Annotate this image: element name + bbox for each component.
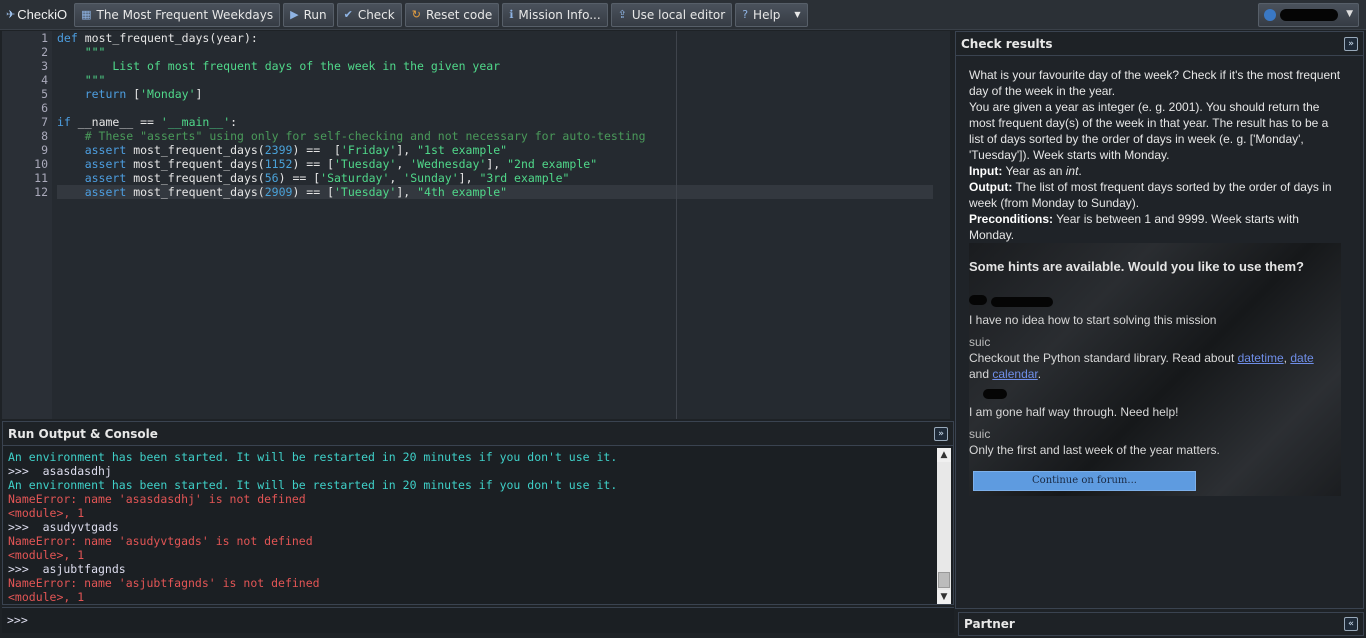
line-number: 2 <box>41 45 48 59</box>
console-line: <module>, 1 <box>8 506 85 520</box>
checkio-logo[interactable]: ✈ CheckiO <box>2 3 71 27</box>
continue-forum-button[interactable]: Continue on forum... <box>973 471 1196 491</box>
redacted-username <box>991 297 1053 307</box>
console-line: NameError: name 'asasdasdhj' is not defi… <box>8 492 306 506</box>
scroll-up-icon[interactable]: ▲ <box>937 448 951 462</box>
console-line: >>> asasdasdhj <box>8 464 112 478</box>
console-line: >>> asjubtfagnds <box>8 562 126 576</box>
hints-title: Some hints are available. Would you like… <box>969 259 1304 274</box>
hint-answer-cont: and calendar. <box>969 367 1042 381</box>
hint-question[interactable]: I am gone half way through. Need help! <box>969 405 1178 419</box>
check-results-panel: Check results » What is your favourite d… <box>955 31 1364 609</box>
user-menu[interactable]: ▼ <box>1258 3 1359 27</box>
console-output: An environment has been started. It will… <box>8 450 928 604</box>
check-results-header: Check results » <box>956 32 1363 56</box>
redacted-username <box>983 389 1007 399</box>
upload-icon: ⇪ <box>617 8 627 21</box>
line-number: 4 <box>41 73 48 87</box>
code-line: assert most_frequent_days(56) == ['Satur… <box>84 171 570 185</box>
code-line: if __name__ == '__main__': <box>57 115 238 129</box>
mission-tab[interactable]: ▦ The Most Frequent Weekdays <box>74 2 281 27</box>
checkmark-icon: ✔ <box>343 8 353 21</box>
line-number: 11 <box>34 171 48 185</box>
line-number: 9 <box>41 143 48 157</box>
code-line: return ['Monday'] <box>84 87 203 101</box>
play-icon: ▶ <box>290 8 299 21</box>
console-scrollbar[interactable]: ▲ ▼ <box>937 448 951 604</box>
code-editor[interactable]: 1 2 3 4 5 6 7 8 9 10 11 12 def most_frequent_days(y… <box>2 31 950 419</box>
collapse-right-icon[interactable]: » <box>1344 37 1358 51</box>
chevron-down-icon: ▼ <box>794 10 801 19</box>
grid-icon: ▦ <box>81 8 92 21</box>
code-area[interactable]: def most_frequent_days(year): """ List o… <box>57 31 950 419</box>
line-number: 5 <box>41 87 48 101</box>
collapse-up-icon[interactable]: « <box>1344 617 1358 631</box>
code-line: """ <box>57 45 106 59</box>
hint-question[interactable]: I have no idea how to start solving this… <box>969 313 1216 327</box>
code-line: assert most_frequent_days(2909) == ['Tue… <box>84 185 508 199</box>
code-line: assert most_frequent_days(2399) == ['Fri… <box>84 143 508 157</box>
checkio-bird-icon: ✈ <box>6 9 16 21</box>
console-line: <module>, 1 <box>8 590 85 604</box>
redacted-avatar <box>969 295 987 305</box>
console-line: An environment has been started. It will… <box>8 450 618 464</box>
line-number: 7 <box>41 115 48 129</box>
console-header: Run Output & Console » <box>3 422 953 446</box>
info-icon: ℹ <box>509 8 514 21</box>
avatar-icon <box>1264 9 1276 21</box>
hints-section: Some hints are available. Would you like… <box>969 243 1341 496</box>
reset-code-button[interactable]: ↻ Reset code <box>404 2 500 27</box>
print-margin <box>676 31 677 419</box>
code-line: assert most_frequent_days(1152) == ['Tue… <box>84 157 598 171</box>
chevron-down-icon: ▼ <box>1346 9 1353 19</box>
local-editor-button[interactable]: ⇪ Use local editor <box>610 2 733 27</box>
toolbar: ✈ CheckiO ▦ The Most Frequent Weekdays ▶… <box>0 0 1366 30</box>
hint-author: suic <box>969 335 991 349</box>
date-link[interactable]: date <box>1290 351 1313 365</box>
hint-author: suic <box>969 427 991 441</box>
code-line: List of most frequent days of the week i… <box>57 59 501 73</box>
collapse-down-icon[interactable]: » <box>934 427 948 441</box>
code-line: # These "asserts" using only for self-ch… <box>57 129 646 143</box>
datetime-link[interactable]: datetime <box>1238 351 1284 365</box>
console-line: An environment has been started. It will… <box>8 478 618 492</box>
line-number: 3 <box>41 59 48 73</box>
mission-info-button[interactable]: ℹ Mission Info... <box>502 2 608 27</box>
code-line: def most_frequent_days(year): <box>57 31 258 45</box>
partner-panel: Partner « <box>958 612 1364 636</box>
help-icon: ? <box>742 8 749 21</box>
run-button[interactable]: ▶ Run <box>283 2 334 27</box>
help-button[interactable]: ? Help ▼ <box>735 2 808 27</box>
line-gutter: 1 2 3 4 5 6 7 8 9 10 11 12 <box>2 31 52 419</box>
line-number: 12 <box>34 185 48 199</box>
console-line: NameError: name 'asjubtfagnds' is not de… <box>8 576 320 590</box>
line-number: 8 <box>41 129 48 143</box>
check-button[interactable]: ✔ Check <box>336 2 402 27</box>
console-line: <module>, 1 <box>8 548 85 562</box>
console-input[interactable]: >>> <box>2 607 954 633</box>
redacted-username <box>1280 9 1338 21</box>
line-number: 10 <box>34 157 48 171</box>
calendar-link[interactable]: calendar <box>992 367 1037 381</box>
code-line: """ <box>57 73 106 87</box>
line-number: 1 <box>41 31 48 45</box>
reset-icon: ↻ <box>411 8 421 21</box>
scrollbar-thumb[interactable] <box>938 572 950 588</box>
scroll-down-icon[interactable]: ▼ <box>937 590 951 604</box>
mission-description: What is your favourite day of the week? … <box>969 68 1341 242</box>
hint-answer: Checkout the Python standard library. Re… <box>969 351 1314 365</box>
console-line: >>> asudyvtgads <box>8 520 119 534</box>
hint-answer: Only the first and last week of the year… <box>969 443 1220 457</box>
line-number: 6 <box>41 101 48 115</box>
console-panel: Run Output & Console » An environment ha… <box>2 421 954 605</box>
console-line: NameError: name 'asudyvtgads' is not def… <box>8 534 313 548</box>
